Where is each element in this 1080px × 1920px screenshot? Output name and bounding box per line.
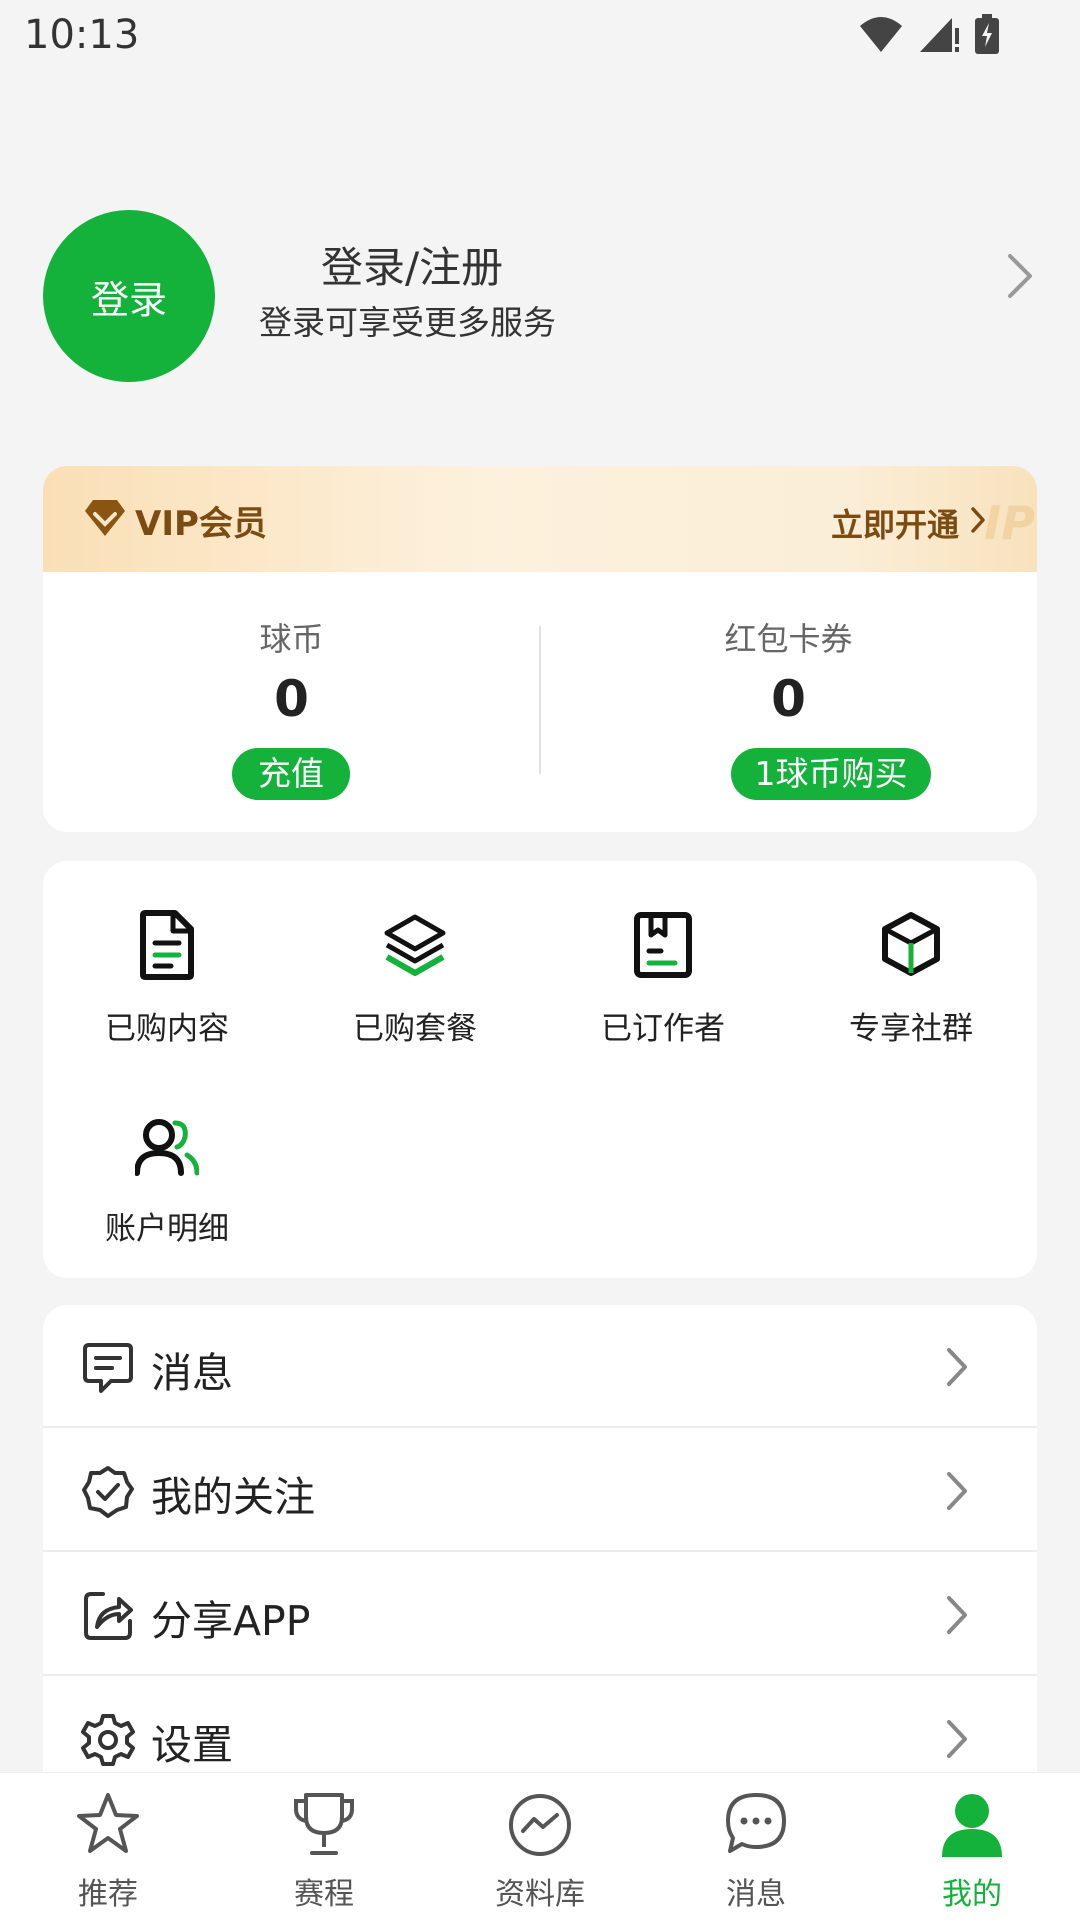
menu-item-share-app[interactable]: 分享APP xyxy=(43,1553,1037,1676)
layers-icon xyxy=(384,914,446,976)
profile-title: 登录/注册 xyxy=(321,243,504,292)
wifi-icon xyxy=(860,17,902,52)
gear-icon xyxy=(81,1714,135,1766)
grid-label: 已订作者 xyxy=(601,1011,725,1047)
chevron-right-icon[interactable] xyxy=(1002,250,1038,302)
signal-icon xyxy=(920,18,959,52)
nav-item-database[interactable]: 资料库 xyxy=(432,1773,648,1920)
coupons-value: 0 xyxy=(771,670,806,728)
coupons-section: 红包卡券 0 1球币购买 xyxy=(540,572,1037,832)
grid-label: 账户明细 xyxy=(105,1211,229,1247)
nav-item-mine[interactable]: 我的 xyxy=(864,1773,1080,1920)
trend-icon xyxy=(509,1794,571,1856)
nav-label: 推荐 xyxy=(78,1877,138,1912)
bookmark-icon xyxy=(634,912,692,978)
nav-item-schedule[interactable]: 赛程 xyxy=(216,1773,432,1920)
grid-label: 专享社群 xyxy=(849,1011,973,1047)
battery-icon xyxy=(975,14,999,54)
message-icon xyxy=(83,1343,133,1393)
login-header[interactable]: 登录 登录/注册 登录可享受更多服务 xyxy=(43,210,1038,382)
grid-item-subscribed-authors[interactable]: 已订作者 xyxy=(539,861,787,1047)
menu-label: 我的关注 xyxy=(151,1473,315,1521)
profile-screen: 10:13 登录 登录/注册 登录可享受更多服务 VIP会员 IP 立即开通 球… xyxy=(0,0,1080,1920)
menu-label: 设置 xyxy=(151,1721,233,1769)
nav-label: 消息 xyxy=(726,1877,786,1912)
nav-label: 资料库 xyxy=(495,1877,585,1912)
chevron-right-icon xyxy=(947,1472,967,1510)
recharge-button[interactable]: 充值 xyxy=(232,748,350,800)
grid-item-account-details[interactable]: 账户明细 xyxy=(43,1061,291,1247)
status-icons xyxy=(858,14,1000,54)
nav-item-messages[interactable]: 消息 xyxy=(648,1773,864,1920)
coins-label: 球币 xyxy=(259,620,324,658)
document-icon xyxy=(140,910,194,980)
vip-open-button[interactable]: 立即开通 xyxy=(831,500,959,546)
nav-item-recommend[interactable]: 推荐 xyxy=(0,1773,216,1920)
nav-label: 赛程 xyxy=(294,1877,354,1912)
chevron-right-icon xyxy=(947,1720,967,1758)
status-bar: 10:13 xyxy=(0,0,1080,72)
trophy-icon xyxy=(294,1793,354,1855)
buy-coupon-button[interactable]: 1球币购买 xyxy=(731,748,931,800)
wallet-card: VIP会员 IP 立即开通 球币 0 充值 红包卡券 0 1球币购买 xyxy=(43,466,1037,832)
grid-item-purchased-content[interactable]: 已购内容 xyxy=(43,861,291,1047)
status-time: 10:13 xyxy=(24,12,140,58)
profile-subtitle: 登录可享受更多服务 xyxy=(259,303,556,342)
grid-item-exclusive-community[interactable]: 专享社群 xyxy=(787,861,1035,1047)
menu-item-following[interactable]: 我的关注 xyxy=(43,1429,1037,1552)
star-icon xyxy=(77,1793,139,1853)
feature-grid: 已购内容 已购套餐 已订作者 专享社群 账户明细 xyxy=(43,861,1037,1278)
nav-label: 我的 xyxy=(942,1877,1002,1912)
menu-label: 消息 xyxy=(151,1349,233,1397)
settings-menu: 消息 我的关注 分享APP 设置 xyxy=(43,1305,1037,1805)
vip-banner[interactable]: VIP会员 IP 立即开通 xyxy=(43,466,1037,572)
menu-label: 分享APP xyxy=(151,1597,311,1645)
grid-label: 已购内容 xyxy=(105,1011,229,1047)
cube-icon xyxy=(882,912,940,976)
verified-icon xyxy=(82,1466,134,1518)
chevron-right-icon xyxy=(947,1348,967,1386)
vip-title: VIP会员 xyxy=(135,504,267,544)
chevron-right-icon xyxy=(947,1596,967,1634)
coins-value: 0 xyxy=(274,670,309,728)
vip-diamond-icon xyxy=(85,500,125,536)
grid-label: 已购套餐 xyxy=(353,1011,477,1047)
users-icon xyxy=(135,1119,199,1176)
bottom-nav: 推荐 赛程 资料库 消息 我的 xyxy=(0,1772,1080,1920)
chat-icon xyxy=(726,1793,786,1853)
menu-item-messages[interactable]: 消息 xyxy=(43,1305,1037,1428)
coins-section: 球币 0 充值 xyxy=(43,572,540,832)
vip-watermark: IP xyxy=(984,496,1035,550)
grid-item-purchased-packages[interactable]: 已购套餐 xyxy=(291,861,539,1047)
avatar[interactable]: 登录 xyxy=(43,210,215,382)
share-icon xyxy=(84,1592,133,1640)
coupons-label: 红包卡券 xyxy=(724,620,853,658)
person-icon xyxy=(942,1794,1002,1857)
chevron-right-icon xyxy=(971,507,985,533)
